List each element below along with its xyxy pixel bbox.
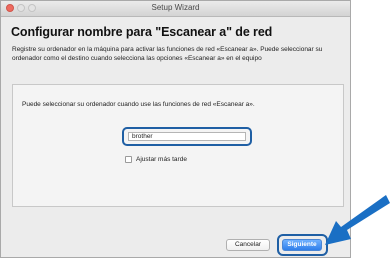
cancel-button[interactable]: Cancelar [226,239,270,251]
page-description: Registre su ordenador en la máquina para… [12,46,323,62]
adjust-later-checkbox[interactable] [125,156,132,163]
title-bar: Setup Wizard [1,1,350,17]
setup-wizard-window: Setup Wizard Configurar nombre para "Esc… [0,0,351,258]
pointer-arrow-icon [325,195,390,245]
next-button[interactable]: Siguiente [282,239,322,251]
name-field-highlight [122,127,252,146]
settings-panel: Puede seleccionar su ordenador cuando us… [12,84,344,207]
next-button-highlight: Siguiente [277,234,328,256]
panel-instruction: Puede seleccionar su ordenador cuando us… [22,101,255,108]
window-title: Setup Wizard [151,3,200,12]
computer-name-input[interactable] [128,132,246,141]
page-title: Configurar nombre para "Escanear a" de r… [11,25,273,39]
adjust-later-label[interactable]: Ajustar más tarde [136,156,187,163]
arrow-shape [325,195,390,245]
